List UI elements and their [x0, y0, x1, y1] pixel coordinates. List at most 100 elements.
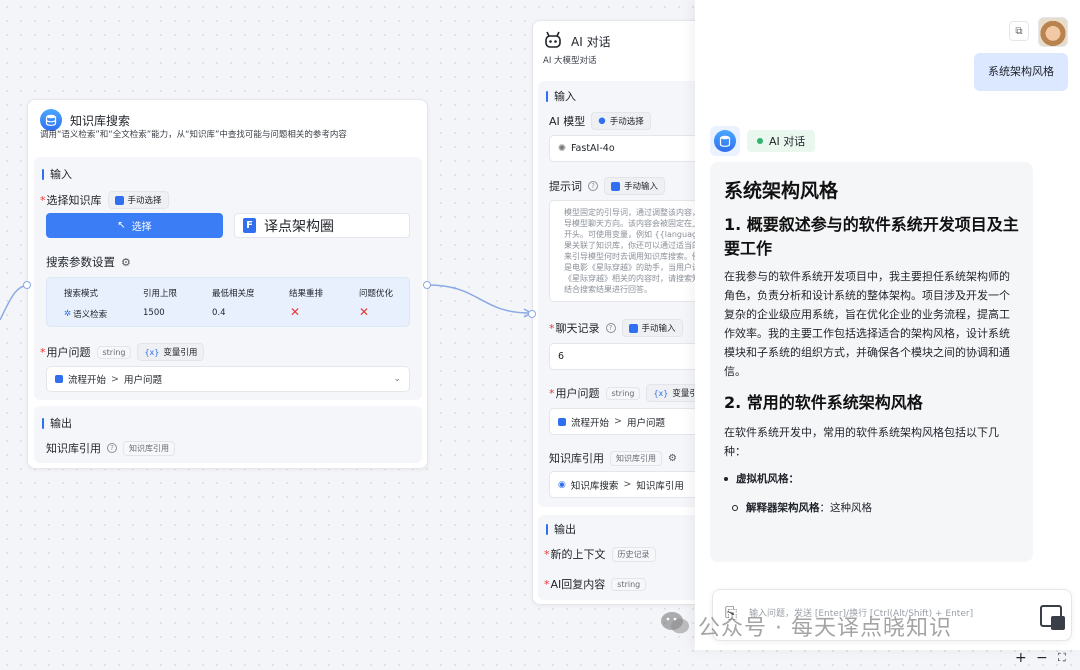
kb-logo-icon: F: [243, 218, 256, 233]
chevron-right-icon: >: [614, 416, 622, 427]
ai-kb-ref-type: 知识库引用: [610, 450, 662, 466]
ai-kb-ref-label: 知识库引用: [549, 452, 604, 465]
chevron-right-icon: >: [111, 373, 119, 385]
prompt-label: 提示词: [549, 180, 582, 193]
copy-icon[interactable]: ⧉: [1009, 21, 1029, 41]
history-label: 聊天记录: [555, 322, 600, 335]
ai-user-question-field: *用户问题 string {x} 变量引用: [549, 384, 714, 402]
kb-user-question-type: string: [96, 345, 132, 359]
search-params-table[interactable]: 搜索模式 引用上限 最低相关度 结果重排 问题优化 ✲ 语义检索 1500 0.…: [46, 277, 410, 327]
kb-node-description: 调用“语义检索”和“全文检索”能力，从“知识库”中查找可能与问题相关的参考内容: [40, 130, 347, 140]
ai-reply-field: *AI回复内容 string: [544, 576, 647, 592]
input-icon: [611, 181, 620, 191]
search-params-label: 搜索参数设置: [46, 255, 115, 269]
params-header-1: 引用上限: [143, 289, 178, 299]
prompt-chip[interactable]: 手动输入: [604, 177, 666, 195]
manual-select-chip[interactable]: 手动选择: [107, 191, 169, 209]
zoom-in-button[interactable]: +: [1015, 650, 1027, 666]
kb-var-ref-chip[interactable]: {x} 变量引用: [137, 343, 205, 361]
ai-node-input-handle[interactable]: [528, 310, 536, 318]
model-icon: ●: [598, 116, 606, 126]
gear-icon[interactable]: ⚙: [668, 453, 677, 464]
variable-icon: {x}: [144, 347, 160, 357]
kb-node-input-handle[interactable]: [23, 281, 31, 289]
ai-model-chip[interactable]: ● 手动选择: [591, 112, 651, 130]
kb-ref-type: 知识库引用: [123, 440, 175, 456]
params-header-3: 结果重排: [289, 289, 324, 299]
params-header-0: 搜索模式: [64, 289, 99, 299]
database-icon: [714, 130, 736, 152]
gear-icon[interactable]: ⚙: [121, 256, 131, 269]
select-kb-field: *选择知识库 手动选择: [40, 191, 169, 209]
database-icon: [114, 195, 124, 205]
ai-reply-label: AI回复内容: [550, 578, 606, 591]
kb-output-section: 输出 知识库引用 ? 知识库引用: [34, 406, 422, 463]
search-params-field: 搜索参数设置 ⚙: [46, 254, 131, 270]
ai-output-title: 输出: [546, 521, 576, 537]
assistant-node-tag: AI 对话: [747, 130, 816, 152]
kb-user-question-field: *用户问题 string {x} 变量引用: [40, 343, 205, 361]
history-chip[interactable]: 手动输入: [621, 319, 683, 337]
wechat-icon: [660, 611, 690, 641]
chat-preview-panel: ⧉ 系统架构风格 AI 对话 系统架构风格 1. 概要叙述参与的软件系统开发项目…: [695, 0, 1080, 650]
params-min-rel: 0.4: [212, 308, 226, 318]
bullet-icon: [724, 476, 728, 481]
variable-icon: {x}: [653, 388, 669, 398]
assistant-message: 系统架构风格 1. 概要叙述参与的软件系统开发项目及主要工作 在我参与的软件系统…: [710, 162, 1033, 562]
new-context-field: *新的上下文 历史记录: [544, 546, 656, 562]
assistant-avatar: [710, 126, 740, 156]
ai-reply-type: string: [611, 577, 647, 591]
new-context-label: 新的上下文: [550, 548, 606, 561]
kb-item-card[interactable]: F 译点架构圈: [234, 213, 410, 238]
help-icon[interactable]: ?: [605, 323, 616, 333]
ai-model-field: AI 模型 ● 手动选择: [549, 112, 651, 130]
database-icon: ◉: [558, 479, 566, 490]
model-logo-icon: ✺: [558, 143, 566, 154]
params-header-2: 最低相关度: [212, 289, 255, 299]
params-limit: 1500: [143, 308, 165, 318]
input-icon: [628, 323, 638, 333]
answer-heading-2a: 1. 概要叙述参与的软件系统开发项目及主要工作: [724, 215, 1019, 258]
status-dot-icon: [757, 138, 763, 144]
params-rerank: ✕: [290, 305, 301, 319]
chevron-right-icon: >: [623, 479, 632, 490]
help-icon[interactable]: ?: [588, 181, 598, 191]
kb-ref-output-field: 知识库引用 ? 知识库引用: [46, 440, 175, 456]
ai-user-question-type: string: [605, 386, 641, 400]
zoom-out-button[interactable]: −: [1036, 650, 1048, 666]
cursor-icon: ↖: [117, 220, 126, 231]
select-kb-button[interactable]: ↖ 选择: [46, 213, 223, 238]
chevron-down-icon: ⌄: [393, 374, 401, 384]
bullet-hollow-icon: [732, 504, 738, 511]
ai-node-description: AI 大模型对话: [543, 56, 597, 66]
watermark: 公众号 · 每天译点晓知识: [660, 610, 952, 642]
kb-user-question-select[interactable]: 流程开始 > 用户问题 ⌄: [46, 366, 410, 392]
kb-ref-label: 知识库引用: [46, 442, 101, 455]
kb-input-section: 输入 *选择知识库 手动选择 ↖ 选择 F 译点架构圈 搜索参数设置 ⚙ 搜索模…: [34, 157, 422, 400]
help-icon[interactable]: ?: [107, 443, 117, 453]
ai-input-title: 输入: [546, 88, 576, 104]
kb-input-title: 输入: [42, 166, 72, 182]
ai-node-title: AI 对话: [571, 35, 611, 49]
answer-list-item-1: 虚拟机风格：: [724, 471, 1019, 486]
params-optimize: ✕: [359, 305, 370, 319]
flow-start-icon: [558, 417, 566, 426]
ai-model-label: AI 模型: [549, 115, 586, 128]
select-kb-label: 选择知识库: [46, 194, 102, 207]
new-context-type: 历史记录: [611, 546, 656, 562]
ai-kb-ref-field: 知识库引用 知识库引用 ⚙: [549, 450, 677, 466]
user-message-bubble: 系统架构风格: [974, 53, 1068, 91]
answer-heading-2b: 2. 常用的软件系统架构风格: [724, 393, 923, 412]
semantic-icon: ✲: [64, 309, 72, 319]
ai-user-question-label: 用户问题: [555, 387, 600, 400]
kb-name: 译点架构圈: [264, 218, 334, 235]
answer-paragraph-2: 在软件系统开发中，常用的软件系统架构风格包括以下几种：: [724, 426, 999, 458]
avatar: [1038, 17, 1068, 47]
kb-search-node[interactable]: 知识库搜索 调用“语义检索”和“全文检索”能力，从“知识库”中查找可能与问题相关…: [23, 99, 431, 469]
send-icon[interactable]: [1040, 605, 1065, 630]
fit-view-icon[interactable]: ⛶: [1058, 650, 1066, 666]
kb-node-output-handle[interactable]: [423, 281, 431, 289]
kb-output-title: 输出: [42, 415, 72, 431]
kb-user-question-label: 用户问题: [46, 346, 91, 359]
params-header-4: 问题优化: [359, 289, 394, 299]
